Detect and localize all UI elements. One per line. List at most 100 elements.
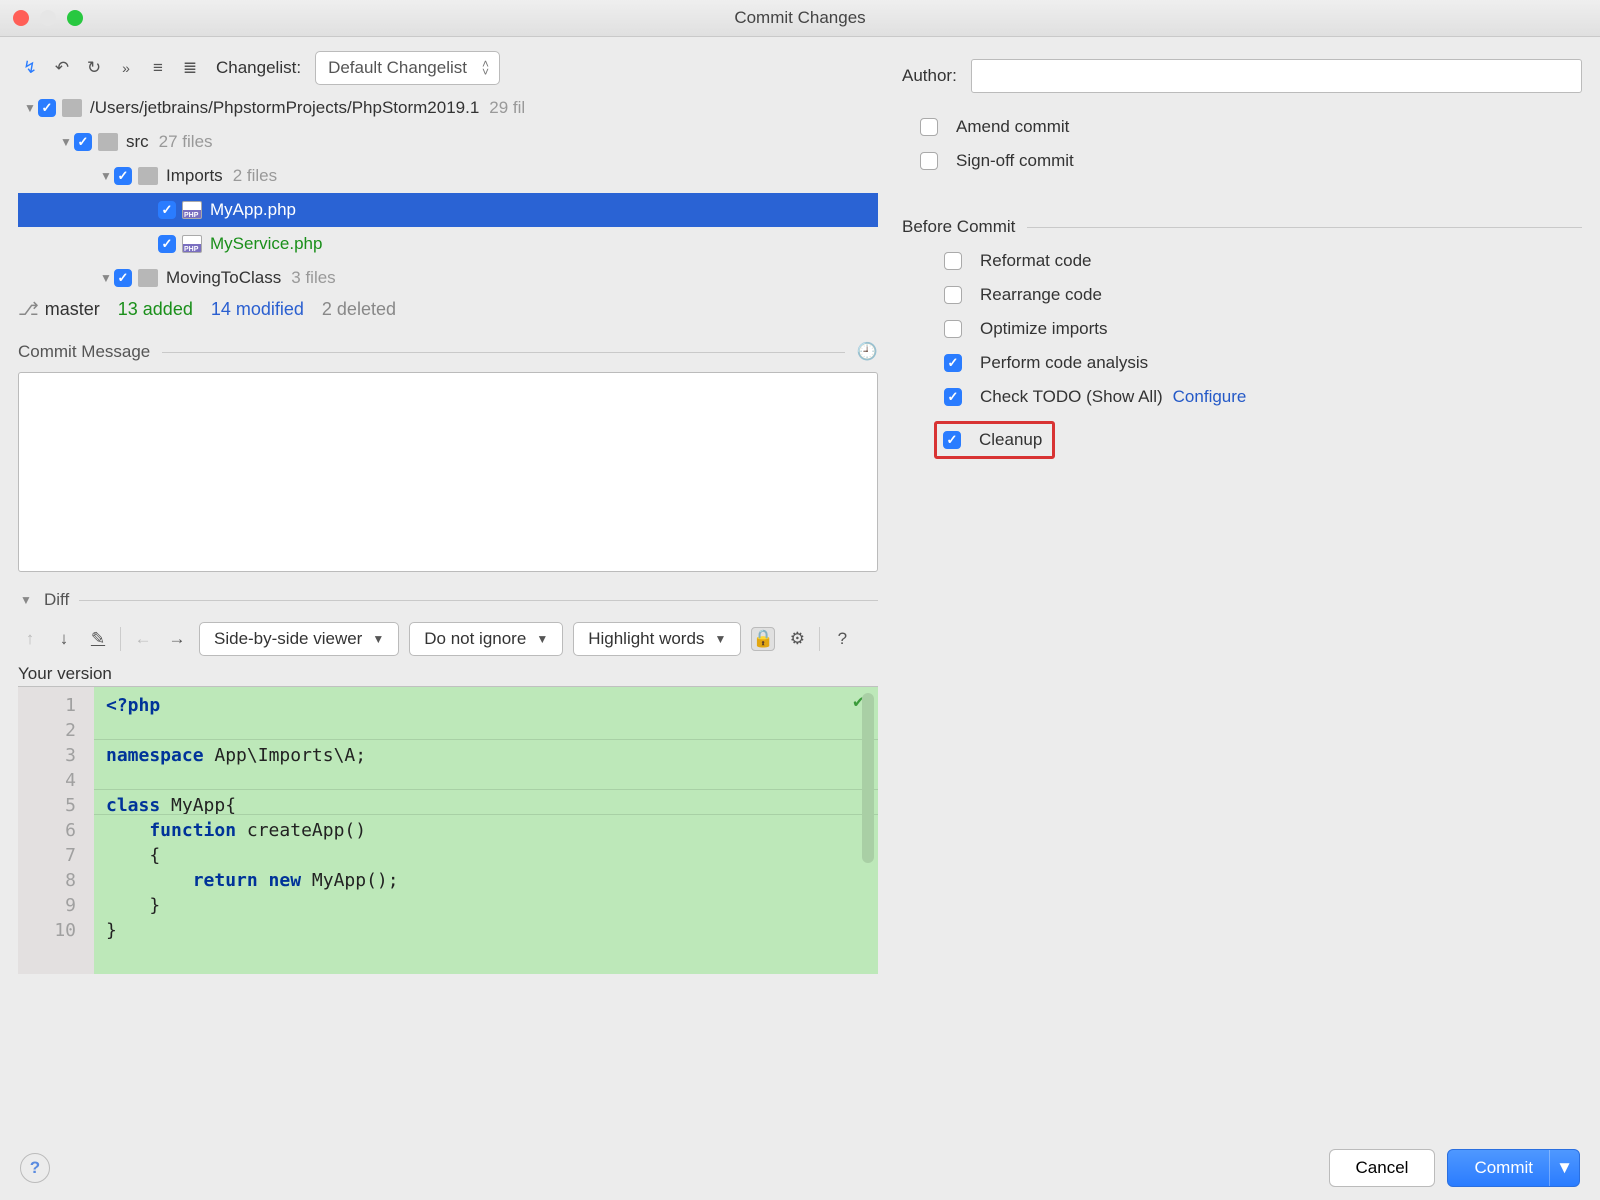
gear-icon[interactable]: ⚙: [785, 627, 809, 651]
tree-root[interactable]: ▼ /Users/jetbrains/PhpstormProjects/PhpS…: [18, 91, 878, 125]
section-title: Diff: [44, 590, 69, 610]
cleanup-row: Cleanup: [934, 421, 1582, 459]
php-file-icon: [182, 235, 202, 253]
checkbox[interactable]: [943, 431, 961, 449]
refresh-icon[interactable]: ↻: [82, 56, 106, 80]
your-version-label: Your version: [18, 664, 878, 684]
rearrange-row: Rearrange code: [944, 285, 1582, 305]
checkbox[interactable]: [114, 269, 132, 287]
checkbox[interactable]: [158, 201, 176, 219]
added-count: 13 added: [118, 299, 193, 320]
checkbox[interactable]: [920, 152, 938, 170]
chevron-down-icon[interactable]: ▼: [1549, 1150, 1579, 1186]
divider: [79, 600, 878, 601]
next-diff-icon[interactable]: ↓: [52, 627, 76, 651]
checkbox[interactable]: [920, 118, 938, 136]
checkbox[interactable]: [158, 235, 176, 253]
optimize-label: Optimize imports: [980, 319, 1108, 339]
branch-name: master: [45, 299, 100, 319]
code-body: <?php namespace App\Imports\A; class MyA…: [94, 687, 878, 974]
author-row: Author:: [902, 59, 1582, 93]
history-icon[interactable]: 🕘: [857, 342, 878, 362]
help-icon[interactable]: ?: [830, 627, 854, 651]
diff-toolbar: ↑ ↓ ✎ ← → Side-by-side viewer▼ Do not ig…: [18, 622, 878, 656]
collapse-all-icon[interactable]: ≣: [178, 56, 202, 80]
author-label: Author:: [902, 66, 957, 86]
chevron-down-icon: ▼: [372, 632, 384, 646]
next-file-icon[interactable]: →: [165, 627, 189, 651]
tree-file-myapp[interactable]: MyApp.php: [18, 193, 878, 227]
php-file-icon: [182, 201, 202, 219]
divider: [1027, 227, 1582, 228]
chevron-down-icon[interactable]: ▼: [18, 593, 34, 607]
configure-link[interactable]: Configure: [1173, 387, 1247, 407]
folder-label: Imports: [166, 166, 223, 186]
folder-icon: [138, 269, 158, 287]
close-window-icon[interactable]: [13, 10, 29, 26]
checkbox[interactable]: [114, 167, 132, 185]
scrollbar[interactable]: [862, 693, 874, 863]
undo-icon[interactable]: ↶: [50, 56, 74, 80]
reformat-row: Reformat code: [944, 251, 1582, 271]
checkbox[interactable]: [944, 388, 962, 406]
more-icon[interactable]: »: [114, 56, 138, 80]
zoom-window-icon[interactable]: [67, 10, 83, 26]
minimize-window-icon[interactable]: [40, 10, 56, 26]
optimize-row: Optimize imports: [944, 319, 1582, 339]
window-title: Commit Changes: [0, 8, 1600, 28]
file-count: 29 fil: [489, 98, 525, 118]
folder-label: MovingToClass: [166, 268, 281, 288]
amend-row: Amend commit: [920, 117, 1582, 137]
changelist-label: Changelist:: [216, 58, 301, 78]
viewer-mode-select[interactable]: Side-by-side viewer▼: [199, 622, 399, 656]
author-input[interactable]: [971, 59, 1582, 93]
prev-file-icon[interactable]: ←: [131, 627, 155, 651]
cancel-button[interactable]: Cancel: [1329, 1149, 1436, 1187]
lock-icon[interactable]: 🔒: [751, 627, 775, 651]
chevron-down-icon[interactable]: ▼: [58, 135, 74, 149]
edit-icon[interactable]: ✎: [86, 627, 110, 651]
checkbox[interactable]: [944, 320, 962, 338]
prev-diff-icon[interactable]: ↑: [18, 627, 42, 651]
line-gutter: 12345678910: [18, 687, 94, 974]
checkbox[interactable]: [944, 354, 962, 372]
changelist-select[interactable]: Default Changelist ˄˅: [315, 51, 500, 85]
chevron-down-icon[interactable]: ▼: [98, 271, 114, 285]
checkbox[interactable]: [38, 99, 56, 117]
checkbox[interactable]: [944, 286, 962, 304]
signoff-label: Sign-off commit: [956, 151, 1074, 171]
checkbox[interactable]: [74, 133, 92, 151]
cleanup-label: Cleanup: [979, 430, 1042, 450]
expand-all-icon[interactable]: ≡: [146, 56, 170, 80]
tree-path: /Users/jetbrains/PhpstormProjects/PhpSto…: [90, 98, 479, 118]
show-diff-icon[interactable]: ↯: [18, 56, 42, 80]
divider: [162, 352, 845, 353]
divider: [120, 627, 121, 651]
titlebar: Commit Changes: [0, 0, 1600, 37]
diff-header: ▼ Diff: [18, 590, 878, 610]
tree-src[interactable]: ▼ src 27 files: [18, 125, 878, 159]
help-button[interactable]: ?: [20, 1153, 50, 1183]
analysis-label: Perform code analysis: [980, 353, 1148, 373]
code-diff[interactable]: 12345678910 <?php namespace App\Imports\…: [18, 686, 878, 974]
highlight-select[interactable]: Highlight words▼: [573, 622, 741, 656]
branch-status: ⎇master 13 added 14 modified 2 deleted: [18, 299, 878, 320]
tree-imports[interactable]: ▼ Imports 2 files: [18, 159, 878, 193]
file-label: MyApp.php: [210, 200, 296, 220]
modified-count: 14 modified: [211, 299, 304, 320]
commit-message-input[interactable]: [18, 372, 878, 572]
chevron-down-icon[interactable]: ▼: [22, 101, 38, 115]
todo-label: Check TODO (Show All): [980, 387, 1163, 407]
cleanup-highlight: Cleanup: [934, 421, 1055, 459]
chevron-down-icon[interactable]: ▼: [98, 169, 114, 183]
footer: ? Cancel Commit ▼: [0, 1136, 1600, 1200]
commit-button[interactable]: Commit ▼: [1447, 1149, 1580, 1187]
tree-file-myservice[interactable]: MyService.php: [18, 227, 878, 261]
file-count: 2 files: [233, 166, 277, 186]
commit-message-header: Commit Message 🕘: [18, 342, 878, 362]
tree-moving[interactable]: ▼ MovingToClass 3 files: [18, 261, 878, 295]
checkbox[interactable]: [944, 252, 962, 270]
todo-row: Check TODO (Show All) Configure: [944, 387, 1582, 407]
rearrange-label: Rearrange code: [980, 285, 1102, 305]
whitespace-select[interactable]: Do not ignore▼: [409, 622, 563, 656]
